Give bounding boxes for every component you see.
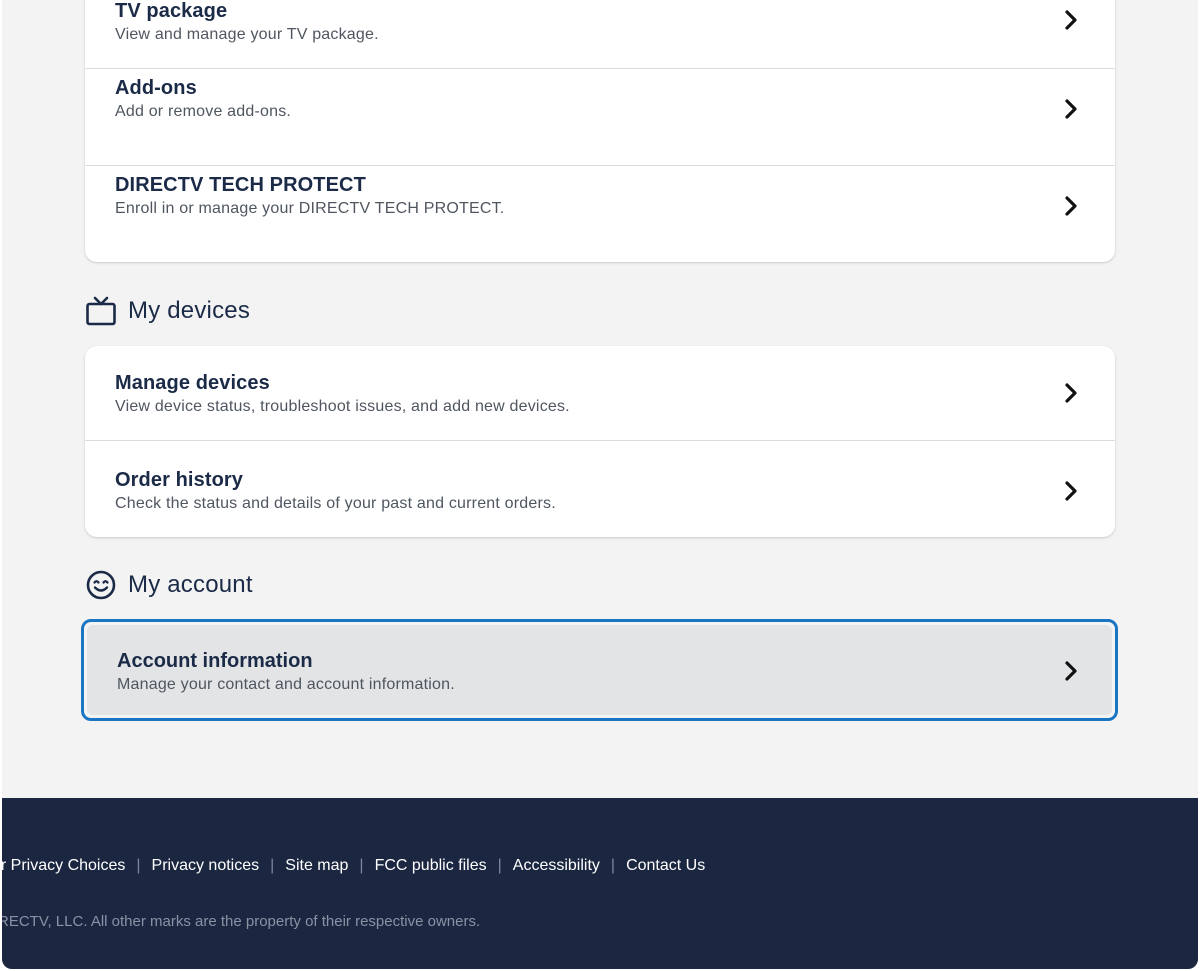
item-title: DIRECTV TECH PROTECT (115, 174, 366, 196)
chevron-right-icon (1065, 481, 1077, 501)
item-subtitle: Manage your contact and account informat… (117, 676, 455, 693)
footer-link-site-map[interactable]: Site map (285, 857, 348, 875)
item-subtitle: Add or remove add-ons. (115, 103, 292, 120)
list-item-order-history[interactable]: Order history Check the status and detai… (85, 440, 1115, 537)
chevron-right-icon (1065, 383, 1077, 403)
item-title: Account information (117, 650, 313, 672)
smile-icon (86, 570, 116, 600)
item-title: Order history (115, 469, 243, 491)
list-item-add-ons[interactable]: Add-ons Add or remove add-ons. (85, 68, 1115, 166)
list-item-manage-devices[interactable]: Manage devices View device status, troub… (85, 346, 1115, 440)
list-item-account-information[interactable]: Account information Manage your contact … (87, 625, 1112, 715)
list-item-tech-protect[interactable]: DIRECTV TECH PROTECT Enroll in or manage… (85, 165, 1115, 262)
item-subtitle: View device status, troubleshoot issues,… (115, 398, 570, 415)
footer-links: ur Privacy Choices | Privacy notices | S… (2, 856, 705, 876)
footer-link-accessibility[interactable]: Accessibility (513, 857, 600, 875)
section-heading-my-account: My account (85, 568, 253, 602)
footer-separator: | (136, 857, 141, 874)
item-subtitle: Enroll in or manage your DIRECTV TECH PR… (115, 200, 505, 217)
item-title: Add-ons (115, 77, 197, 99)
chevron-right-icon (1065, 99, 1077, 119)
chevron-right-icon (1065, 10, 1077, 30)
footer-link-privacy-notices[interactable]: Privacy notices (152, 857, 260, 875)
list-item-tv-package[interactable]: TV package View and manage your TV packa… (85, 0, 1115, 68)
tv-icon (86, 296, 116, 326)
chevron-right-icon (1065, 661, 1077, 681)
footer-separator: | (359, 857, 364, 874)
section-title: My devices (128, 297, 251, 324)
footer-link-fcc-public-files[interactable]: FCC public files (375, 857, 487, 875)
item-title: Manage devices (115, 372, 270, 394)
tv-settings-card: TV package View and manage your TV packa… (85, 0, 1115, 262)
footer-separator: | (610, 857, 616, 874)
footer-separator: | (497, 857, 502, 874)
focus-outline: Account information Manage your contact … (81, 619, 1118, 721)
section-title: My account (128, 571, 253, 598)
footer-link-privacy-choices[interactable]: ur Privacy Choices (2, 857, 125, 875)
page-frame: TV package View and manage your TV packa… (2, 0, 1198, 969)
footer-link-contact-us[interactable]: Contact Us (626, 857, 705, 875)
devices-card: Manage devices View device status, troub… (85, 346, 1115, 537)
footer-separator: | (270, 857, 275, 874)
footer (2, 798, 1198, 969)
item-subtitle: View and manage your TV package. (115, 26, 379, 43)
section-heading-my-devices: My devices (85, 294, 250, 328)
copyright-text: RECTV, LLC. All other marks are the prop… (2, 913, 481, 930)
item-title: TV package (115, 0, 228, 22)
chevron-right-icon (1065, 196, 1077, 216)
item-subtitle: Check the status and details of your pas… (115, 495, 556, 512)
